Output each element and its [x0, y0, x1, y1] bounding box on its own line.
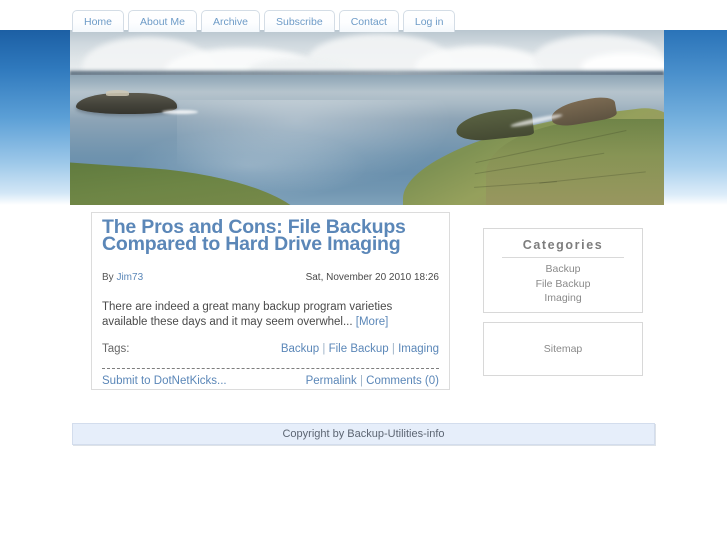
post-footer-links: Permalink | Comments (0) [306, 375, 439, 387]
sidebar: Categories Backup File Backup Imaging Si… [483, 228, 643, 385]
tag-link-file-backup[interactable]: File Backup [329, 343, 389, 355]
nav-tab-about-me[interactable]: About Me [128, 10, 197, 32]
read-more-link[interactable]: [More] [356, 316, 389, 328]
post-date: Sat, November 20 2010 18:26 [305, 272, 439, 283]
categories-title: Categories [522, 238, 604, 252]
nav-tab-subscribe[interactable]: Subscribe [263, 10, 335, 32]
nav-tab-archive[interactable]: Archive [200, 10, 260, 32]
main-navigation: Home About Me Archive Subscribe Contact … [72, 8, 459, 32]
tags-label: Tags: [102, 343, 130, 355]
blog-post: The Pros and Cons: File Backups Compared… [91, 212, 450, 390]
post-divider [102, 368, 439, 369]
footer-separator: | [356, 375, 367, 387]
category-item-imaging[interactable]: Imaging [496, 291, 630, 306]
tag-separator: | [388, 343, 399, 355]
header-zone: Home About Me Archive Subscribe Contact … [0, 0, 727, 212]
islet-highlight [105, 90, 130, 96]
copyright-text: Copyright by Backup-Utilities-info [282, 428, 445, 440]
post-excerpt-text: There are indeed a great many backup pro… [102, 301, 393, 328]
tag-links: Backup | File Backup | Imaging [281, 343, 439, 355]
tag-link-backup[interactable]: Backup [281, 343, 319, 355]
categories-list: Backup File Backup Imaging [496, 262, 630, 306]
tag-link-imaging[interactable]: Imaging [398, 343, 439, 355]
post-footer-row: Submit to DotNetKicks... Permalink | Com… [102, 375, 439, 391]
post-author-label: By [102, 272, 117, 283]
post-title[interactable]: The Pros and Cons: File Backups Compared… [102, 217, 439, 271]
comments-link[interactable]: Comments (0) [366, 375, 439, 387]
post-meta: By Jim73 Sat, November 20 2010 18:26 [102, 272, 439, 286]
nav-tab-log-in[interactable]: Log in [402, 10, 456, 32]
nav-tab-home[interactable]: Home [72, 10, 125, 32]
submit-dotnetkicks-link[interactable]: Submit to DotNetKicks... [102, 375, 227, 387]
post-excerpt: There are indeed a great many backup pro… [102, 300, 439, 330]
categories-widget: Categories Backup File Backup Imaging [483, 228, 643, 313]
categories-divider [502, 257, 624, 258]
nav-tab-contact[interactable]: Contact [338, 10, 399, 32]
post-author-link[interactable]: Jim73 [116, 272, 143, 283]
banner-image [70, 30, 664, 205]
left-blue-gradient-band [0, 30, 72, 205]
page-footer: Copyright by Backup-Utilities-info [72, 423, 655, 445]
page-root: Home About Me Archive Subscribe Contact … [0, 0, 727, 545]
sitemap-widget: Sitemap [483, 322, 643, 376]
surf-foam [162, 109, 198, 115]
tag-separator: | [319, 343, 329, 355]
post-tags-row: Tags: Backup | File Backup | Imaging [102, 343, 439, 359]
sitemap-link[interactable]: Sitemap [544, 343, 583, 355]
category-item-backup[interactable]: Backup [496, 262, 630, 277]
right-blue-gradient-band [663, 30, 727, 205]
permalink-link[interactable]: Permalink [306, 375, 357, 387]
category-item-file-backup[interactable]: File Backup [496, 277, 630, 292]
